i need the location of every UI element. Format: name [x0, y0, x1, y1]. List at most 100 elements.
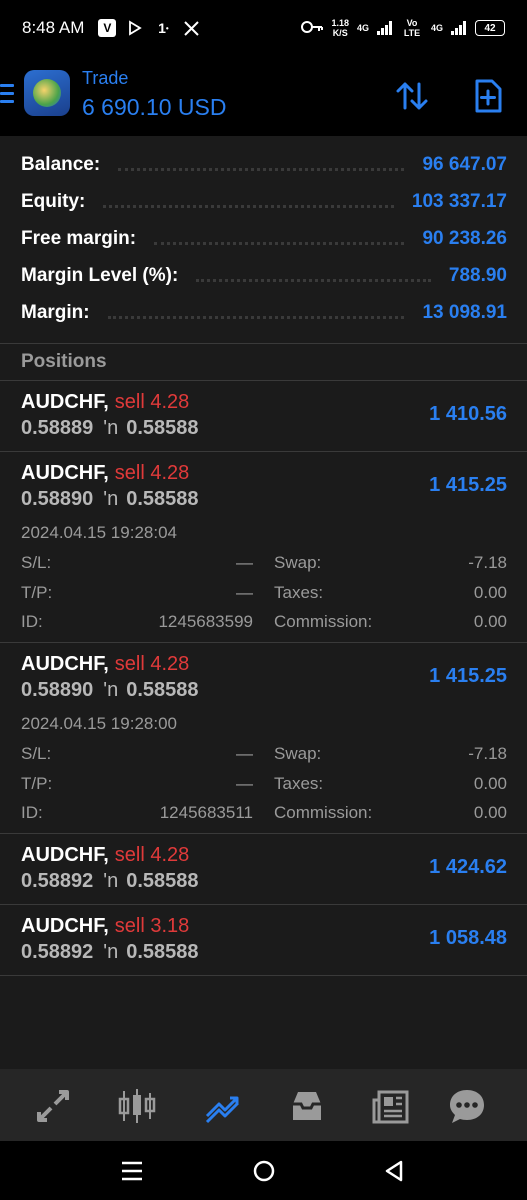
- position-symbol: AUDCHF,: [21, 653, 109, 675]
- swap-value: -7.18: [468, 744, 507, 763]
- menu-icon[interactable]: [0, 84, 14, 106]
- position-current-price: 0.58588: [126, 417, 199, 439]
- position-row-expanded[interactable]: AUDCHF, sell 4.28 0.58890 'n 0.58588 1 415.…: [0, 643, 527, 833]
- commission-label: Commission:: [274, 803, 373, 822]
- position-side: sell 3.18: [114, 915, 190, 937]
- position-date: 2024.04.15 19:28:04: [21, 523, 177, 542]
- position-open-price: 0.58892: [21, 870, 94, 892]
- position-row[interactable]: AUDCHF, sell 3.18 0.58892 'n 0.58588 1 058.…: [0, 905, 527, 975]
- sl-label: S/L:: [21, 553, 52, 572]
- positions-heading: Positions: [0, 344, 527, 380]
- back-icon[interactable]: [382, 1159, 406, 1183]
- chart-icon[interactable]: [116, 1085, 158, 1127]
- summary-label: Balance:: [21, 154, 101, 175]
- sort-icon[interactable]: [394, 78, 430, 114]
- network-2-label: 4G: [430, 23, 443, 33]
- bottom-nav: [0, 1069, 527, 1141]
- position-open-price: 0.58890: [21, 679, 94, 701]
- commission-label: Commission:: [274, 612, 373, 631]
- position-open-price: 0.58889: [21, 417, 94, 439]
- home-icon[interactable]: [252, 1159, 276, 1183]
- swap-label: Swap:: [274, 553, 322, 572]
- summary-row-equity: Equity: 103 337.17: [21, 184, 507, 220]
- positions-list: AUDCHF, sell 4.28 0.58889'n 0.58588 1 410.…: [0, 381, 527, 1069]
- volte-label: Vo LTE: [403, 18, 421, 38]
- price-arrow-icon: 'n: [103, 870, 119, 892]
- position-profit: 1 424.62: [429, 856, 507, 878]
- commission-value: 0.00: [473, 612, 507, 631]
- position-current-price: 0.58588: [126, 488, 199, 510]
- summary-label: Margin Level (%):: [21, 265, 179, 286]
- recents-icon[interactable]: [120, 1159, 144, 1183]
- quotes-icon[interactable]: [32, 1085, 74, 1127]
- position-row[interactable]: AUDCHF, sell 4.28 0.58892 'n 0.58588 1 424.…: [0, 834, 527, 904]
- system-nav-bar: [0, 1141, 527, 1200]
- summary-row-margin-level: Margin Level (%): 788.90: [21, 258, 507, 294]
- position-current-price: 0.58588: [126, 941, 199, 963]
- summary-label: Equity:: [21, 191, 86, 212]
- position-side: sell 4.28: [114, 653, 190, 675]
- position-symbol: AUDCHF,: [21, 915, 109, 937]
- swap-label: Swap:: [274, 744, 322, 763]
- position-symbol: AUDCHF,: [21, 844, 109, 866]
- position-side: sell 4.28: [114, 462, 190, 484]
- price-arrow-icon: 'n: [103, 417, 119, 439]
- id-value: 1245683511: [159, 803, 253, 822]
- status-bar: 8:48 AM V 1 • 1.18 K/S 4G Vo LTE 4G 42: [0, 0, 527, 56]
- x-icon: [182, 19, 200, 37]
- history-icon[interactable]: [286, 1085, 328, 1127]
- summary-row-balance: Balance: 96 647.07: [21, 147, 507, 183]
- summary-row-free-margin: Free margin: 90 238.26: [21, 221, 507, 257]
- position-date: 2024.04.15 19:28:00: [21, 714, 177, 733]
- swap-value: -7.18: [468, 553, 507, 572]
- id-value: 1245683599: [158, 612, 253, 631]
- taxes-label: Taxes:: [274, 583, 324, 602]
- summary-row-margin: Margin: 13 098.91: [21, 295, 507, 331]
- tp-value: —: [236, 583, 253, 602]
- tp-label: T/P:: [21, 774, 53, 793]
- summary-value: 96 647.07: [422, 154, 507, 175]
- position-current-price: 0.58588: [126, 870, 199, 892]
- position-row[interactable]: AUDCHF, sell 4.28 0.58889 'n 0.58588 1 410.…: [0, 381, 527, 451]
- taxes-label: Taxes:: [274, 774, 324, 793]
- position-side: sell 4.28: [114, 844, 190, 866]
- app-logo[interactable]: [24, 70, 70, 116]
- header-title: Trade: [82, 68, 129, 88]
- trade-icon[interactable]: [202, 1085, 244, 1127]
- net-speed: 1.18 K/S: [331, 18, 349, 38]
- position-symbol: AUDCHF,: [21, 462, 109, 484]
- key-icon: [301, 20, 324, 37]
- play-icon: [126, 19, 144, 37]
- id-label: ID:: [21, 803, 43, 822]
- v-icon: V: [98, 19, 117, 37]
- signal-2-icon: [451, 21, 467, 35]
- position-side: sell 4.28: [114, 391, 190, 413]
- id-label: ID:: [21, 612, 43, 631]
- position-row-expanded[interactable]: AUDCHF, sell 4.28 0.58890 'n 0.58588 1 415.…: [0, 452, 527, 642]
- tp-value: —: [236, 774, 253, 793]
- summary-value: 90 238.26: [422, 228, 507, 249]
- chat-icon[interactable]: [446, 1085, 488, 1127]
- battery-icon: 42: [475, 20, 505, 36]
- header-balance: 6 690.10 USD: [82, 94, 227, 120]
- position-profit: 1 058.48: [429, 927, 507, 949]
- notification-count-icon: 1 •: [158, 20, 169, 36]
- taxes-value: 0.00: [473, 774, 507, 793]
- sl-value: —: [236, 744, 253, 763]
- position-open-price: 0.58892: [21, 941, 94, 963]
- summary-value: 103 337.17: [411, 191, 507, 212]
- news-icon[interactable]: [370, 1085, 412, 1127]
- app-header: Trade 6 690.10 USD: [0, 56, 527, 136]
- position-profit: 1 415.25: [429, 665, 507, 687]
- summary-value: 13 098.91: [422, 302, 507, 323]
- taxes-value: 0.00: [473, 583, 507, 602]
- status-time: 8:48 AM: [22, 18, 85, 37]
- position-profit: 1 415.25: [429, 474, 507, 496]
- account-summary: Balance: 96 647.07 Equity: 103 337.17 Fr…: [0, 136, 527, 343]
- signal-1-icon: [376, 21, 393, 35]
- price-arrow-icon: 'n: [103, 488, 119, 510]
- position-symbol: AUDCHF,: [21, 391, 109, 413]
- divider: [0, 975, 527, 976]
- sl-label: S/L:: [21, 744, 52, 763]
- new-order-icon[interactable]: [470, 78, 506, 114]
